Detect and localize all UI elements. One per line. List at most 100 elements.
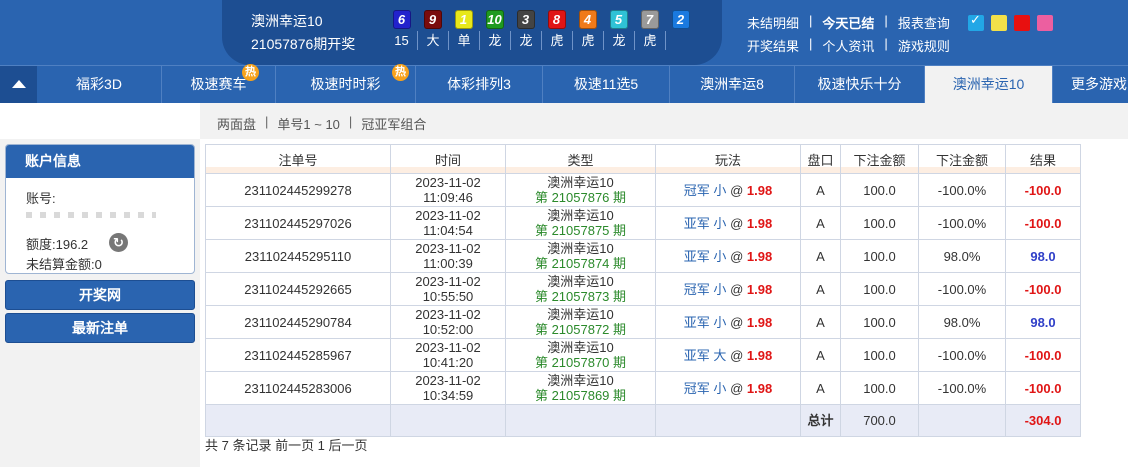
latest-bets-button[interactable]: 最新注单 [5,313,195,343]
cell-at: @ [730,248,744,264]
theme-swatch-blue[interactable]: ✓ [968,12,984,31]
draw-site-button[interactable]: 开奖网 [5,280,195,310]
pagination-text: 共 7 条记录 前一页 1 后一页 [205,438,368,453]
result-ball-column: 5龙 [603,10,634,50]
result-ball-column: 2 [665,10,696,50]
nav-tab-fucai-3d[interactable]: 福彩3D [37,66,162,103]
bets-table: 注单号 时间 类型 玩法 盘口 下注金额 下注金额 结果 23110244529… [205,144,1081,437]
col-header-pan: 盘口 [800,144,841,174]
result-balls: 6 15 9 大 1 单 10 龙 3 龙 8 虎 4 虎 5 龙 7 虎 2 [386,10,696,50]
cell-issue: 第 21057873 期 [534,289,627,304]
cell-play: 冠军 小 @ 1.98 [655,173,801,207]
cell-at: @ [730,281,744,297]
cell-odds: 1.98 [746,380,773,396]
refresh-icon[interactable]: ↻ [109,233,128,252]
cell-game-name: 澳洲幸运10 [547,373,614,388]
result-ball-label: 龙 [510,31,541,50]
nav-tab-speed-happy10[interactable]: 极速快乐十分 [795,66,925,103]
table-row: 231102445299278 2023-11-02 11:09:46 澳洲幸运10 第… [205,173,1081,207]
nav-tab-label: 澳洲幸运10 [952,76,1025,92]
link-unsettled-details[interactable]: 未结明细 [747,13,799,32]
nav-tab-speed-11x5[interactable]: 极速11选5 [543,66,670,103]
nav-tab-pl3[interactable]: 体彩排列3 [416,66,543,103]
result-ball: 8 [547,10,566,29]
nav-tab-more-games[interactable]: 更多游戏 [1053,66,1128,103]
unsettled-value: 0 [94,257,102,272]
nav-tab-speed-ssc[interactable]: 极速时时彩热 [276,64,416,103]
col-header-time: 时间 [390,144,506,174]
cell-result: -100.0 [1005,371,1081,405]
cell-empty [390,404,506,437]
result-ball-label: 单 [448,31,479,50]
cell-clock: 10:52:00 [422,322,474,337]
cell-pan: A [800,206,841,240]
cell-game-name: 澳洲幸运10 [547,241,614,256]
nav-tab-label: 极速赛车 [190,76,247,92]
nav-tab-speed-racing[interactable]: 极速赛车热 [162,64,276,103]
cell-bet: 小 [713,380,727,396]
cell-time: 2023-11-02 10:52:00 [390,305,506,339]
nav-tab-au-lucky8[interactable]: 澳洲幸运8 [670,66,795,103]
cell-pan: A [800,173,841,207]
separator: | [348,114,353,129]
cell-play: 亚军 小 @ 1.98 [655,239,801,273]
current-lottery-name: 澳洲幸运10 [251,13,323,29]
result-ball-label: 15 [394,33,409,48]
nav-collapse-button[interactable] [0,66,37,103]
cell-bet: 小 [713,314,727,330]
cell-game-name: 澳洲幸运10 [547,340,614,355]
cell-date: 2023-11-02 [415,241,481,256]
cell-type: 澳洲幸运10 第 21057874 期 [505,239,656,273]
cell-pan: A [800,371,841,405]
result-ball: 7 [640,10,659,29]
theme-swatch-pink[interactable] [1037,15,1053,31]
cell-at: @ [730,215,744,231]
separator: | [884,13,888,28]
subnav-champion-combo[interactable]: 冠亚军组合 [361,114,426,133]
theme-swatch-yellow[interactable] [991,15,1007,31]
cell-position: 亚军 [683,248,710,264]
cell-odds: 1.98 [746,281,773,297]
link-report-query[interactable]: 报表查询 [898,13,950,32]
hot-badge-icon: 热 [392,64,409,81]
link-personal-info[interactable]: 个人资讯 [822,36,874,55]
table-row: 231102445285967 2023-11-02 10:41:20 澳洲幸运10 第… [205,338,1081,372]
cell-empty [918,404,1006,437]
cell-result: -100.0 [1005,206,1081,240]
cell-pan: A [800,272,841,306]
table-row: 231102445283006 2023-11-02 10:34:59 澳洲幸运10 第… [205,371,1081,405]
link-game-rules[interactable]: 游戏规则 [898,36,950,55]
separator: | [884,36,888,51]
cell-type: 澳洲幸运10 第 21057869 期 [505,371,656,405]
link-today-settled[interactable]: 今天已结 [822,13,874,32]
cell-bet-id: 231102445292665 [205,272,391,306]
cell-time: 2023-11-02 10:34:59 [390,371,506,405]
cell-issue: 第 21057875 期 [534,223,627,238]
col-header-amount: 下注金额 [840,144,919,174]
cell-bet: 大 [713,347,727,363]
col-header-type: 类型 [505,144,656,174]
cell-date: 2023-11-02 [415,274,481,289]
cell-amount: 100.0 [840,338,919,372]
result-ball-column: 7虎 [634,10,665,50]
subnav-two-sides[interactable]: 两面盘 [217,114,256,133]
result-ball: 5 [609,10,628,29]
cell-clock: 11:04:54 [423,223,473,238]
cell-type: 澳洲幸运10 第 21057873 期 [505,272,656,306]
cell-game-name: 澳洲幸运10 [547,307,614,322]
cell-pan: A [800,239,841,273]
theme-swatch-red[interactable] [1014,15,1030,31]
credit-label: 额度: [26,237,56,252]
subnav-single-number[interactable]: 单号1 ~ 10 [277,114,340,133]
nav-tab-label: 体彩排列3 [447,76,511,92]
nav-tab-label: 澳洲幸运8 [700,76,764,92]
sub-nav: 两面盘 | 单号1 ~ 10 | 冠亚军组合 [200,103,1128,139]
link-draw-results[interactable]: 开奖结果 [747,36,799,55]
cell-issue: 第 21057869 期 [534,388,627,403]
cell-issue: 第 21057874 期 [534,256,627,271]
nav-tab-label: 极速快乐十分 [817,76,902,92]
cell-type: 澳洲幸运10 第 21057876 期 [505,173,656,207]
cell-pct: -100.0% [918,206,1006,240]
cell-clock: 10:34:59 [422,388,474,403]
nav-tab-au-lucky10[interactable]: 澳洲幸运10 [925,66,1053,103]
